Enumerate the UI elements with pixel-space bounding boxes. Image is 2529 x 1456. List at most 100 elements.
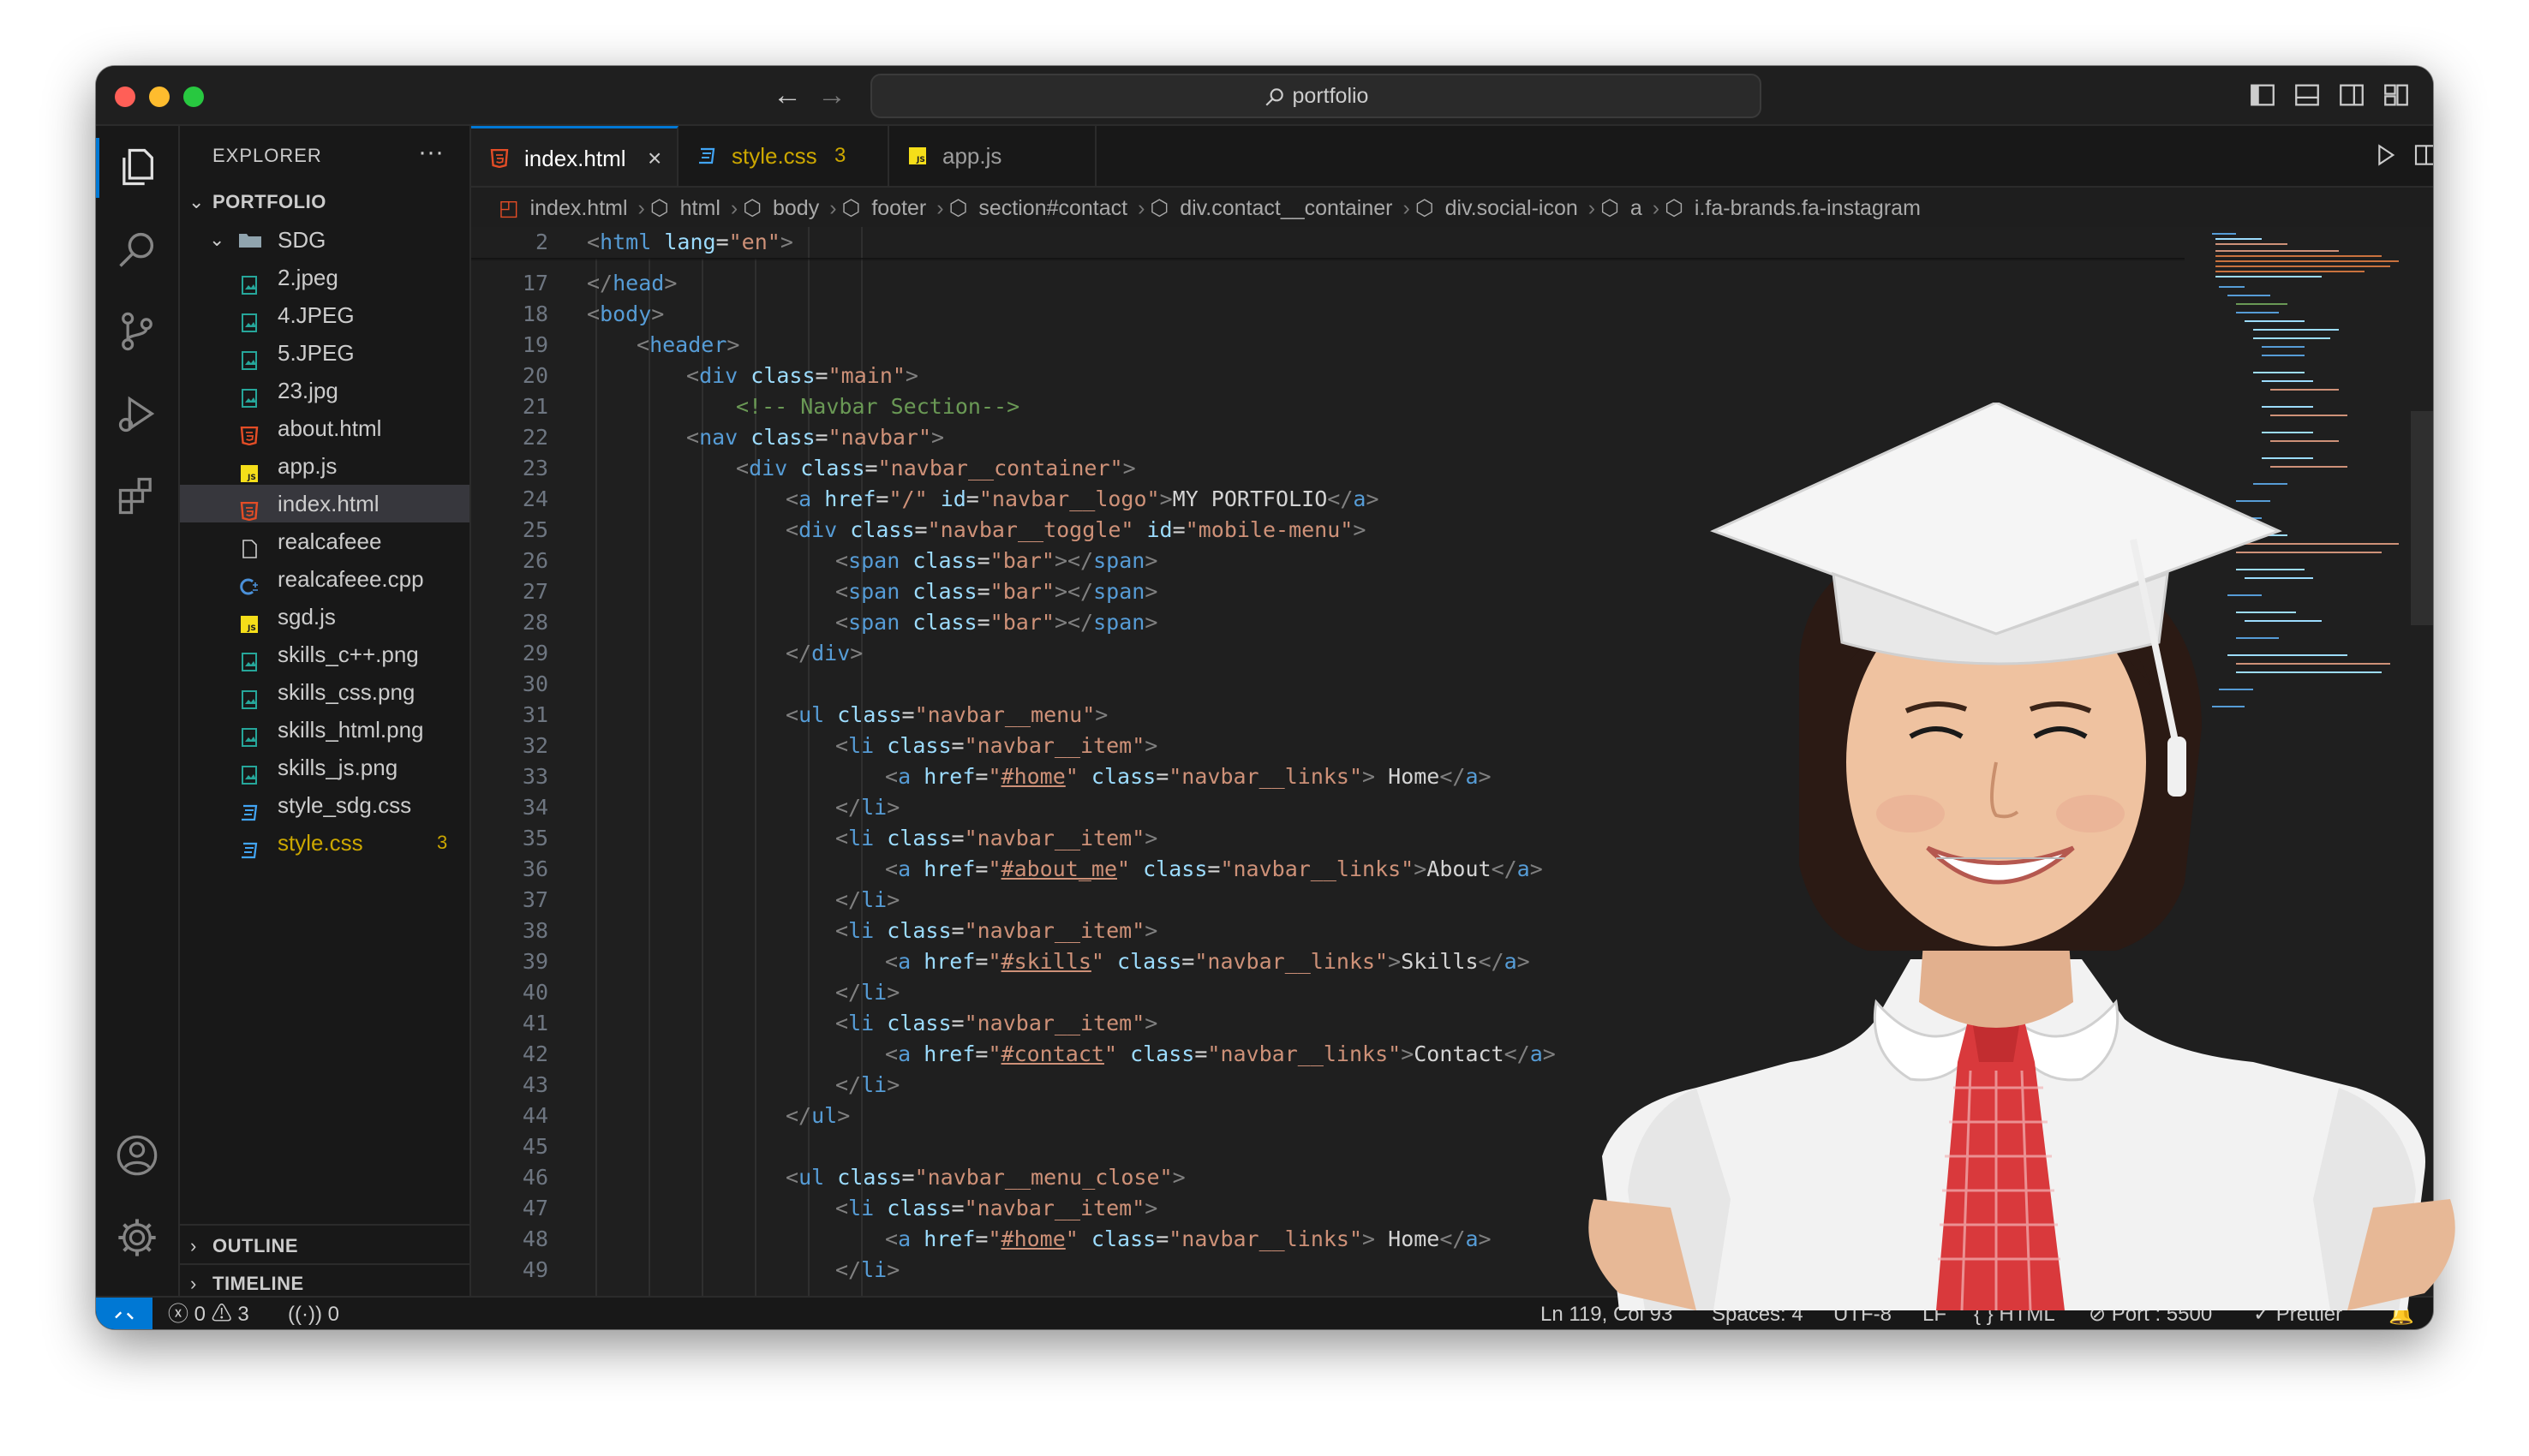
more-actions-icon[interactable]: ···: [418, 138, 444, 167]
code-line[interactable]: <header>: [637, 330, 739, 361]
code-line[interactable]: <nav class="navbar">: [686, 422, 944, 453]
source-control-icon[interactable]: [115, 309, 159, 354]
outline-label: OUTLINE: [212, 1235, 299, 1256]
line-number: 43: [522, 1072, 548, 1097]
close-window-button[interactable]: [115, 87, 135, 107]
breadcrumb-item[interactable]: i.fa-brands.fa-instagram: [1695, 196, 1921, 220]
code-line[interactable]: <div class="navbar__container">: [736, 453, 1136, 484]
file-name: 5.JPEG: [278, 340, 355, 366]
line-number: 42: [522, 1041, 548, 1066]
code-line[interactable]: <div class="main">: [686, 361, 918, 391]
code-line[interactable]: <html lang="en">: [587, 227, 793, 258]
command-center-search[interactable]: portfolio: [870, 74, 1761, 118]
toggle-secondary-sidebar-icon[interactable]: [2337, 81, 2366, 110]
file-item-about-html[interactable]: about.html: [180, 409, 469, 447]
tab-style-css[interactable]: style.css 3: [679, 126, 889, 186]
code-line[interactable]: <li class="navbar__item">: [835, 1008, 1157, 1039]
problems-indicator[interactable]: ⓧ 0 ⚠ 3: [168, 1298, 249, 1329]
code-line[interactable]: </div>: [786, 638, 863, 669]
extensions-icon[interactable]: [115, 474, 159, 518]
code-line[interactable]: </head>: [587, 268, 677, 299]
code-line[interactable]: <li class="navbar__item">: [835, 731, 1157, 761]
explorer-icon[interactable]: [115, 145, 159, 189]
folder-root-portfolio[interactable]: ⌄ PORTFOLIO: [180, 183, 469, 221]
code-line[interactable]: <li class="navbar__item">: [835, 916, 1157, 946]
file-item-realcafeee-cpp[interactable]: realcafeee.cpp: [180, 560, 469, 598]
code-line[interactable]: <span class="bar"></span>: [835, 576, 1157, 607]
file-item-realcafeee[interactable]: realcafeee: [180, 522, 469, 560]
minimize-window-button[interactable]: [149, 87, 170, 107]
code-line[interactable]: <a href="#home" class="navbar__links"> H…: [885, 761, 1492, 792]
run-and-debug-icon[interactable]: [115, 391, 159, 436]
tab-app-js[interactable]: JS app.js: [889, 126, 1097, 186]
customize-layout-icon[interactable]: [2382, 81, 2411, 110]
code-line[interactable]: <li class="navbar__item">: [835, 1193, 1157, 1224]
file-item-4-jpeg[interactable]: 4.JPEG: [180, 296, 469, 334]
run-icon[interactable]: [2371, 141, 2399, 169]
code-line[interactable]: </li>: [835, 1255, 900, 1286]
chevron-right-icon: ›: [637, 196, 645, 220]
file-item-skills-html-png[interactable]: skills_html.png: [180, 711, 469, 749]
breadcrumb-item[interactable]: div.contact__container: [1180, 196, 1392, 220]
breadcrumb-item[interactable]: index.html: [530, 196, 628, 220]
back-arrow-icon[interactable]: ←: [773, 78, 802, 112]
zoom-window-button[interactable]: [183, 87, 204, 107]
code-line[interactable]: <!-- Navbar Section-->: [736, 391, 1019, 422]
line-number: 23: [522, 456, 548, 480]
code-line[interactable]: <div class="navbar__toggle" id="mobile-m…: [786, 515, 1366, 546]
file-item-skills-js-png[interactable]: skills_js.png: [180, 749, 469, 786]
code-line[interactable]: <a href="#about_me" class="navbar__links…: [885, 854, 1543, 885]
breadcrumb-item[interactable]: footer: [871, 196, 926, 220]
tab-index-html[interactable]: index.html ×: [471, 126, 679, 186]
file-item-2-jpeg[interactable]: 2.jpeg: [180, 259, 469, 296]
split-editor-icon[interactable]: [2412, 141, 2433, 169]
file-item-index-html[interactable]: index.html: [180, 485, 469, 522]
close-tab-icon[interactable]: ×: [648, 128, 661, 188]
code-line[interactable]: </ul>: [786, 1101, 850, 1131]
remote-indicator[interactable]: [96, 1298, 152, 1329]
toggle-panel-icon[interactable]: [2293, 81, 2322, 110]
outline-section[interactable]: › OUTLINE: [180, 1227, 469, 1265]
code-line[interactable]: </li>: [835, 885, 900, 916]
search-icon[interactable]: [115, 227, 159, 272]
code-line[interactable]: <span class="bar"></span>: [835, 546, 1157, 576]
active-indicator: [96, 138, 99, 198]
code-line[interactable]: <body>: [587, 299, 664, 330]
code-line[interactable]: </li>: [835, 977, 900, 1008]
code-line[interactable]: <a href="#home" class="navbar__links"> H…: [885, 1224, 1492, 1255]
code-line[interactable]: <a href="/" id="navbar__logo">MY PORTFOL…: [786, 484, 1379, 515]
file-item-23-jpg[interactable]: 23.jpg: [180, 372, 469, 409]
breadcrumb-item[interactable]: html: [680, 196, 720, 220]
forward-arrow-icon[interactable]: →: [817, 78, 846, 112]
ports-indicator[interactable]: ((·)) 0: [288, 1298, 339, 1329]
folder-sdg[interactable]: ⌄ SDG: [180, 221, 469, 259]
accounts-icon[interactable]: [115, 1133, 159, 1178]
code-line[interactable]: <li class="navbar__item">: [835, 823, 1157, 854]
file-item-5-jpeg[interactable]: 5.JPEG: [180, 334, 469, 372]
file-item-skills-c-png[interactable]: skills_c++.png: [180, 636, 469, 673]
code-line[interactable]: <ul class="navbar__menu">: [786, 700, 1108, 731]
file-item-app-js[interactable]: JS app.js: [180, 447, 469, 485]
image-file-icon: [240, 645, 259, 671]
line-number: 22: [522, 425, 548, 450]
code-line[interactable]: <ul class="navbar__menu_close">: [786, 1162, 1186, 1193]
editor-tabs: index.html × style.css 3 JS app.js: [471, 126, 2433, 188]
chevron-right-icon: ›: [936, 196, 944, 220]
file-name: sgd.js: [278, 604, 336, 630]
file-item-style-css[interactable]: style.css 3: [180, 824, 469, 862]
settings-gear-icon[interactable]: [115, 1215, 159, 1260]
breadcrumb-item[interactable]: section#contact: [978, 196, 1127, 220]
breadcrumb-item[interactable]: div.social-icon: [1445, 196, 1578, 220]
code-line[interactable]: </li>: [835, 792, 900, 823]
file-item-sgd-js[interactable]: JS sgd.js: [180, 598, 469, 636]
line-number: 37: [522, 887, 548, 912]
code-line[interactable]: <span class="bar"></span>: [835, 607, 1157, 638]
breadcrumb-item[interactable]: a: [1630, 196, 1642, 220]
code-line[interactable]: </li>: [835, 1070, 900, 1101]
file-item-style-sdg-css[interactable]: style_sdg.css: [180, 786, 469, 824]
toggle-primary-sidebar-icon[interactable]: [2248, 81, 2277, 110]
breadcrumb-item[interactable]: body: [773, 196, 819, 220]
code-line[interactable]: <a href="#contact" class="navbar__links"…: [885, 1039, 1556, 1070]
code-line[interactable]: <a href="#skills" class="navbar__links">…: [885, 946, 1530, 977]
file-item-skills-css-png[interactable]: skills_css.png: [180, 673, 469, 711]
